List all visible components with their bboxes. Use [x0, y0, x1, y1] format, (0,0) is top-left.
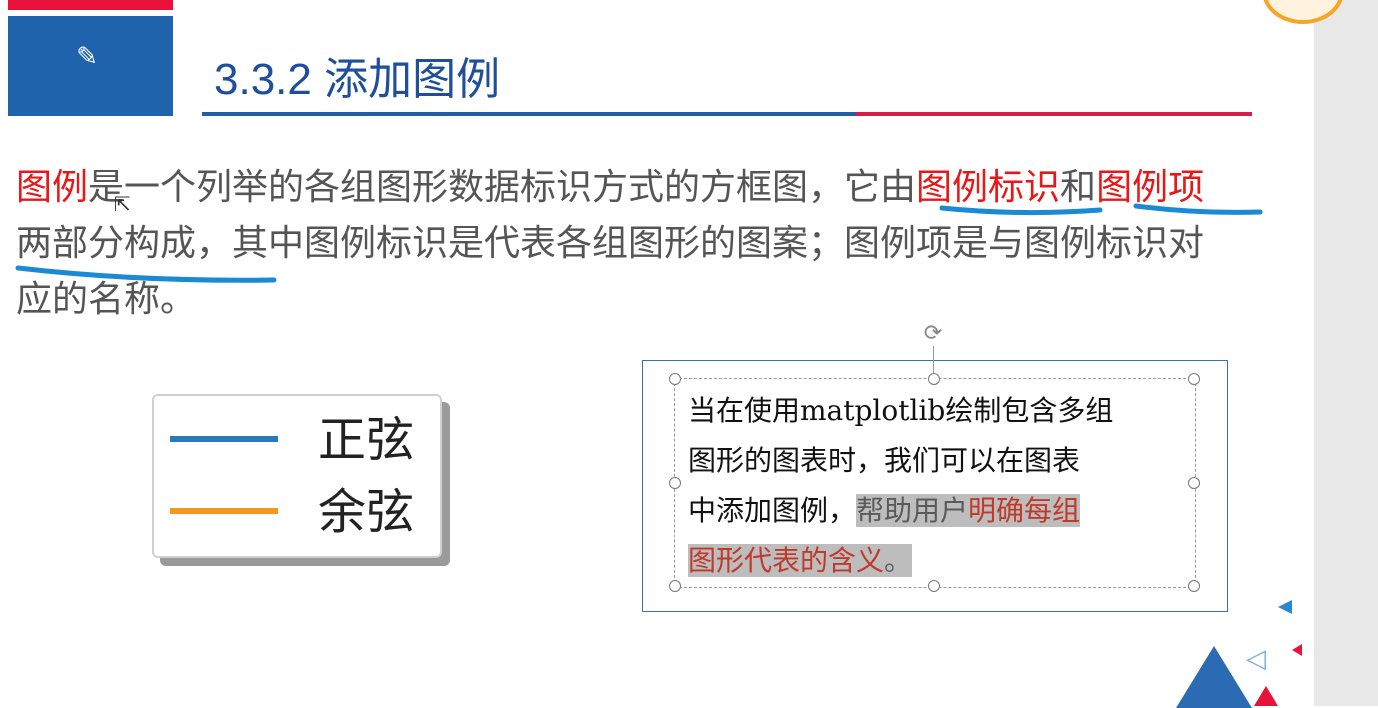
legend-example-box: 正弦 余弦 [152, 394, 442, 558]
right-scroll-panel [1314, 0, 1378, 706]
decor-triangle-red-tiny [1292, 644, 1302, 656]
logo-red-strip [8, 0, 173, 10]
resize-handle-bottom-right[interactable] [1188, 580, 1200, 592]
term-legend-marker: 图例标识 [916, 167, 1061, 208]
textbox-line-4-highlight: 。 [884, 544, 913, 577]
legend-item-cosine: 余弦 [170, 484, 430, 540]
paragraph-line-2: 两部分构成，其中图例标识是代表各组图形的图案；图例项是与图例标识对 [16, 223, 1205, 264]
legend-label-cosine: 余弦 [318, 484, 415, 540]
legend-label-sine: 正弦 [318, 412, 415, 468]
legend-marker-sine [170, 436, 278, 442]
textbox-line-3-highlight-red: 明确每组 [968, 494, 1081, 527]
legend-marker-cosine [170, 508, 278, 514]
pencil-icon: ✎ [76, 42, 98, 72]
decor-triangle-red-small [1254, 686, 1278, 706]
resize-handle-top-left[interactable] [669, 373, 681, 385]
title-underline-blue [202, 112, 858, 116]
rotate-handle-icon[interactable]: ⟳ [921, 322, 945, 346]
legend-item-sine: 正弦 [170, 412, 430, 468]
slide-title: 3.3.2 添加图例 [214, 55, 501, 104]
paragraph-line-1: 图例是一个列举的各组图形数据标识方式的方框图，它由图例标识和图例项 [16, 160, 1276, 216]
paragraph-line-3: 应的名称。 [16, 279, 197, 320]
paragraph-text-a: 是一个列举的各组图形数据标识方式的方框图，它由 [88, 167, 917, 208]
textbox-content[interactable]: 当在使用matplotlib绘制包含多组 图形的图表时，我们可以在图表 中添加图… [688, 386, 1178, 586]
mouse-cursor-icon: ⇱ [114, 192, 131, 216]
textbox-line-4-highlight-red: 图形代表的含义 [688, 544, 885, 577]
decor-triangle-blue-large [1176, 646, 1252, 708]
textbox-line-3: 中添加图例，帮助用户明确每组 [688, 486, 1178, 536]
resize-handle-top[interactable] [928, 373, 940, 385]
textbox-line-2: 图形的图表时，我们可以在图表 [688, 444, 1081, 477]
decor-triangle-blue-small [1278, 600, 1292, 614]
resize-handle-right[interactable] [1188, 477, 1200, 489]
textbox-line-3-plain: 中添加图例， [688, 494, 857, 527]
term-legend: 图例 [16, 167, 89, 208]
resize-handle-left[interactable] [669, 477, 681, 489]
textbox-line-3-highlight: 帮助用户 [856, 494, 969, 527]
body-paragraph: 图例是一个列举的各组图形数据标识方式的方框图，它由图例标识和图例项 两部分构成，… [16, 160, 1276, 328]
rotate-stem [933, 346, 934, 374]
paragraph-text-b: 和 [1060, 167, 1097, 208]
title-underline-red [856, 112, 1252, 116]
resize-handle-top-right[interactable] [1188, 373, 1200, 385]
textbox-line-4: 图形代表的含义。 [688, 536, 1178, 586]
resize-handle-bottom-left[interactable] [669, 580, 681, 592]
textbox-line-1: 当在使用matplotlib绘制包含多组 [688, 394, 1114, 427]
term-legend-item: 图例项 [1096, 167, 1205, 208]
